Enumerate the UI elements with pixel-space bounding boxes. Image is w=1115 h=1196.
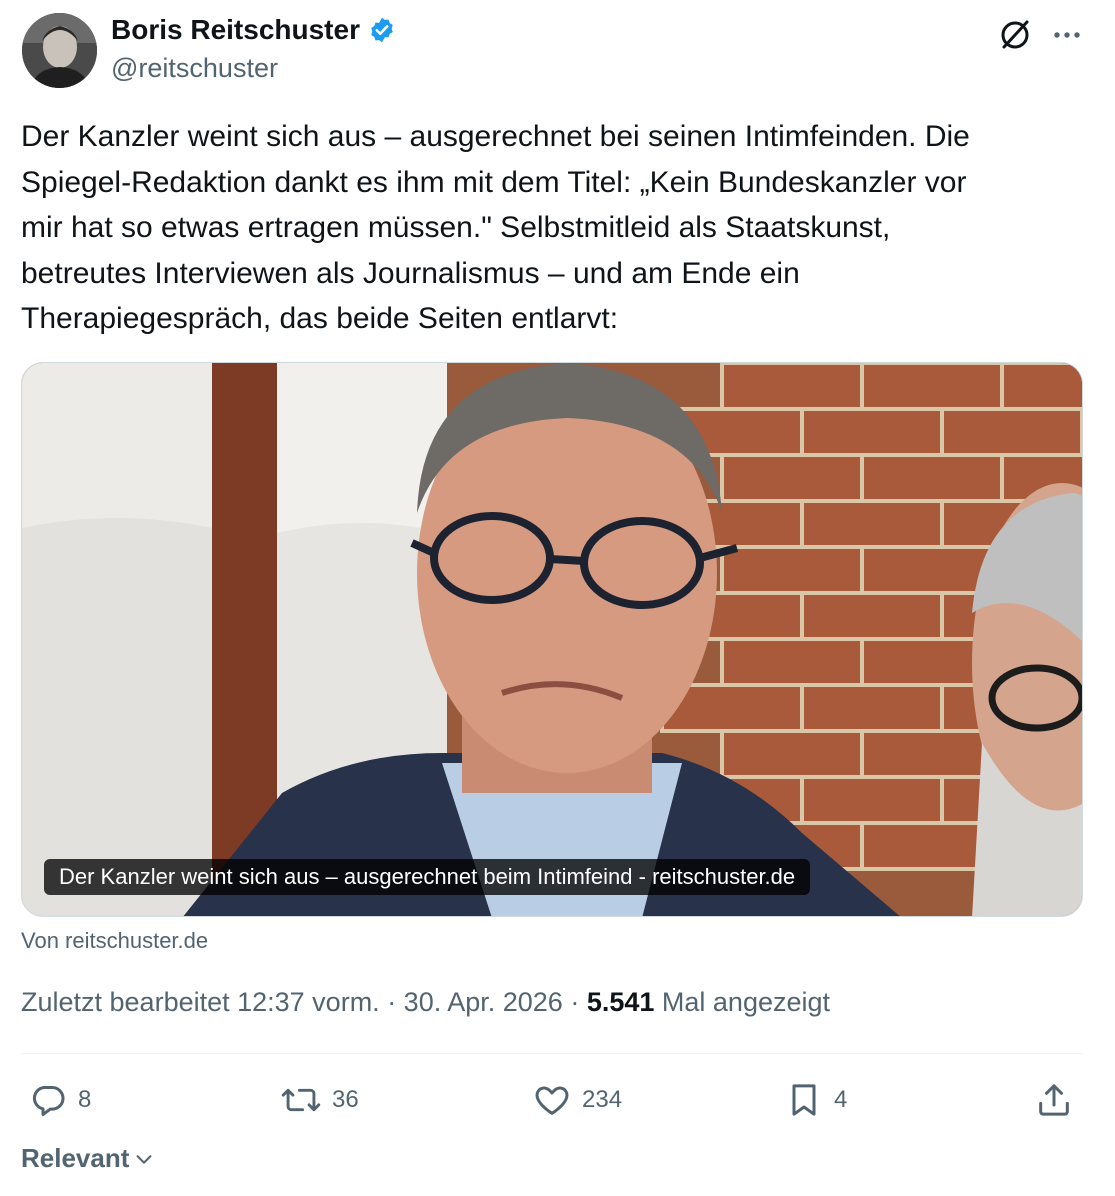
- view-count: 5.541: [586, 987, 655, 1017]
- author-name[interactable]: Boris Reitschuster: [111, 14, 360, 46]
- link-card-image[interactable]: [22, 363, 1083, 917]
- replies-sort-dropdown[interactable]: Relevant: [21, 1143, 155, 1174]
- author-name-row[interactable]: Boris Reitschuster: [111, 14, 396, 46]
- tweet-meta: Zuletzt bearbeitet 12:37 vorm. · 30. Apr…: [21, 987, 830, 1018]
- like-count: 234: [582, 1086, 623, 1113]
- reply-icon: [28, 1080, 68, 1120]
- retweet-button[interactable]: 36: [280, 1078, 359, 1122]
- reply-button[interactable]: 8: [28, 1078, 91, 1122]
- retweet-icon: [280, 1080, 322, 1120]
- divider: [21, 1053, 1083, 1054]
- link-card-title[interactable]: Der Kanzler weint sich aus – ausgerechne…: [44, 859, 811, 895]
- grok-icon[interactable]: [996, 16, 1034, 54]
- tweet-text: Der Kanzler weint sich aus – ausgerechne…: [21, 120, 970, 335]
- like-icon: [532, 1080, 572, 1120]
- reply-count: 8: [78, 1086, 92, 1113]
- bookmark-button[interactable]: 4: [784, 1078, 847, 1122]
- chevron-down-icon: [133, 1148, 155, 1170]
- share-button[interactable]: [1034, 1078, 1074, 1122]
- share-icon: [1034, 1080, 1074, 1120]
- retweet-count: 36: [332, 1086, 359, 1113]
- verified-badge-icon[interactable]: [368, 16, 396, 44]
- more-icon[interactable]: [1048, 16, 1086, 54]
- link-card[interactable]: Der Kanzler weint sich aus – ausgerechne…: [21, 362, 1083, 917]
- bookmark-icon: [784, 1080, 824, 1120]
- like-button[interactable]: 234: [532, 1078, 622, 1122]
- sort-label: Relevant: [21, 1143, 130, 1173]
- view-count-label: Mal angezeigt: [654, 987, 831, 1017]
- link-card-source[interactable]: Von reitschuster.de: [21, 928, 208, 954]
- bookmark-count: 4: [834, 1086, 848, 1113]
- edited-timestamp[interactable]: Zuletzt bearbeitet 12:37 vorm. · 30. Apr…: [21, 987, 587, 1017]
- author-avatar[interactable]: [22, 13, 97, 88]
- author-handle[interactable]: @reitschuster: [111, 53, 278, 84]
